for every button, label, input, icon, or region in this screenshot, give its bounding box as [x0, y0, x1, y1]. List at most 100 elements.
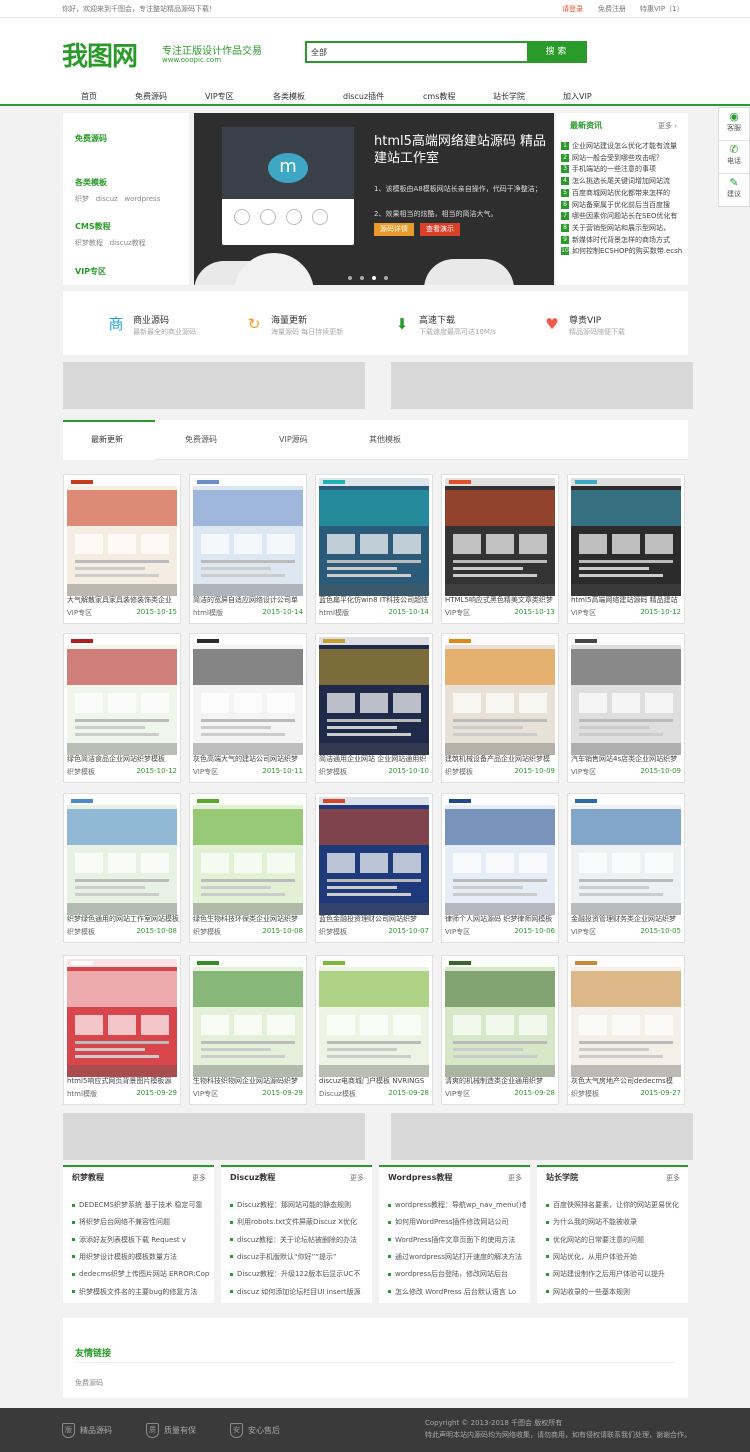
ad-slot-left-2[interactable] — [63, 1113, 365, 1160]
card-title[interactable]: discuz电商城门户模板 NVRINGS — [319, 1076, 431, 1087]
nav-item-join-vip[interactable]: 加入VIP — [563, 91, 592, 102]
card-category[interactable]: 织梦模板 — [571, 1089, 599, 1099]
card-title[interactable]: 织梦绿色通用的网站工作室网站模板 — [67, 914, 179, 925]
card-thumbnail[interactable] — [67, 478, 177, 596]
news-item[interactable]: 1 企业网站建设怎么优化才能有流量 — [561, 141, 686, 152]
column-article-link[interactable]: 添添好友列表模板下载 Request v — [72, 1235, 210, 1246]
card-category[interactable]: VIP专区 — [193, 767, 218, 777]
card-title[interactable]: html5高端网络建站源码 精品建站 — [571, 595, 683, 606]
card-category[interactable]: VIP专区 — [67, 608, 92, 618]
template-card[interactable]: 清爽的机械制造类企业通用织梦 VIP专区 2015-09-28 — [441, 955, 559, 1105]
column-article-link[interactable]: 网站建设制作之后用户体验可以提升 — [546, 1269, 684, 1280]
side-phone[interactable]: ✆ 电话 — [719, 141, 749, 174]
sub-discuz-tutorial[interactable]: discuz教程 — [110, 239, 146, 247]
column-more-link[interactable]: 更多 — [508, 1173, 522, 1183]
template-card[interactable]: 简洁的宽屏自适应网络设计公司单 html模版 2015-10-14 — [189, 474, 307, 624]
card-category[interactable]: VIP专区 — [571, 608, 596, 618]
sub-dede-tutorial[interactable]: 织梦教程 — [75, 239, 103, 247]
column-article-link[interactable]: DEDECMS织梦系统 基于技术 稳定可靠 — [72, 1200, 210, 1211]
card-title[interactable]: html5响应式网页背景图片模板源 — [67, 1076, 179, 1087]
column-article-link[interactable]: Discuz教程：升级122版本后显示UC不 — [230, 1269, 368, 1280]
card-thumbnail[interactable] — [445, 797, 555, 915]
template-card[interactable]: 绿色生物科技环保类企业网站织梦 织梦模板 2015-10-08 — [189, 793, 307, 943]
nav-item-templates[interactable]: 各类模板 — [273, 91, 305, 102]
sub-wordpress[interactable]: wordpress — [124, 195, 160, 203]
template-card[interactable]: 灰色高端大气的建站公司网站织梦 VIP专区 2015-10-11 — [189, 633, 307, 783]
card-title[interactable]: 蓝色金融投资理财公司网站织梦 — [319, 914, 431, 925]
banner-detail-button[interactable]: 源码详情 — [374, 223, 414, 236]
card-thumbnail[interactable] — [193, 959, 303, 1077]
card-thumbnail[interactable] — [319, 478, 429, 596]
template-card[interactable]: 律师个人网站源码 织梦律师网模板 VIP专区 2015-10-06 — [441, 793, 559, 943]
card-title[interactable]: 汽车销售网站4s店类企业网站织梦 — [571, 754, 683, 765]
column-article-link[interactable]: 通过wordpress网站打开速度的解决方法 — [388, 1252, 526, 1263]
news-item[interactable]: 4 怎么挑选长尾关键词增加网站流 — [561, 176, 686, 187]
card-title[interactable]: 绿色生物科技环保类企业网站织梦 — [193, 914, 305, 925]
column-article-link[interactable]: 网站优化，从用户体验开始 — [546, 1252, 684, 1263]
card-category[interactable]: 织梦模板 — [67, 767, 95, 777]
template-card[interactable]: HTML5响应式黑色精美文章类织梦 VIP专区 2015-10-13 — [441, 474, 559, 624]
vip-link[interactable]: 特惠VIP（1） — [640, 4, 684, 14]
card-title[interactable]: 简洁通用企业网站 企业网站通用织 — [319, 754, 431, 765]
card-thumbnail[interactable] — [319, 637, 429, 755]
card-category[interactable]: 织梦模板 — [67, 927, 95, 937]
news-item[interactable]: 3 手机端站的一些注意的事项 — [561, 164, 686, 175]
card-category[interactable]: 织梦模板 — [319, 767, 347, 777]
template-card[interactable]: 蓝色扁平化仿win8 IT科技公司超炫 html模版 2015-10-14 — [315, 474, 433, 624]
nav-item-home[interactable]: 首页 — [81, 91, 97, 102]
category-vip[interactable]: VIP专区 — [75, 266, 106, 277]
card-thumbnail[interactable] — [193, 478, 303, 596]
nav-item-discuz[interactable]: discuz插件 — [343, 91, 384, 102]
column-article-link[interactable]: wordpress后台登陆，修改网站后台 — [388, 1269, 526, 1280]
news-item[interactable]: 2 网站一般会受到哪些攻击呢？ — [561, 153, 686, 164]
category-free[interactable]: 免费源码 — [75, 133, 107, 144]
card-title[interactable]: 简洁的宽屏自适应网络设计公司单 — [193, 595, 305, 606]
column-more-link[interactable]: 更多 — [350, 1173, 364, 1183]
column-article-link[interactable]: 百度快照排名要素，让你的网站更易优化 — [546, 1200, 684, 1211]
news-more-link[interactable]: 更多 › — [658, 121, 677, 131]
template-card[interactable]: 建筑机械设备产品企业网站织梦模 织梦模板 2015-10-09 — [441, 633, 559, 783]
card-title[interactable]: 绿色简洁食品企业网站织梦模板 — [67, 754, 179, 765]
column-article-link[interactable]: 织梦模板文件名的主要bug的修复方法 — [72, 1287, 210, 1298]
tab-free[interactable]: 免费源码 — [185, 434, 217, 445]
column-article-link[interactable]: discuz教程：关于论坛帖被删除的办法 — [230, 1235, 368, 1246]
banner-demo-button[interactable]: 查看演示 — [420, 223, 460, 236]
login-link[interactable]: 请登录 — [562, 4, 583, 14]
category-templates[interactable]: 各类模板 — [75, 177, 107, 188]
card-thumbnail[interactable] — [571, 959, 681, 1077]
card-category[interactable]: VIP专区 — [193, 1089, 218, 1099]
column-more-link[interactable]: 更多 — [666, 1173, 680, 1183]
template-card[interactable]: html5高端网络建站源码 精品建站 VIP专区 2015-10-12 — [567, 474, 685, 624]
card-category[interactable]: VIP专区 — [571, 767, 596, 777]
news-item[interactable]: 6 网站备案属于优化前后当百度搜 — [561, 200, 686, 211]
card-title[interactable]: 金融投资管理财务类企业网站织梦 — [571, 914, 683, 925]
column-article-link[interactable]: wordpress教程：导航wp_nav_menu()参数 — [388, 1200, 526, 1211]
news-item[interactable]: 5 百度商城网站优化都带来怎样的 — [561, 188, 686, 199]
template-card[interactable]: 金融投资管理财务类企业网站织梦 VIP专区 2015-10-05 — [567, 793, 685, 943]
column-article-link[interactable]: dedecms织梦上传图片网站 ERROR:Copy U — [72, 1269, 210, 1280]
card-category[interactable]: 织梦模板 — [445, 767, 473, 777]
card-title[interactable]: 建筑机械设备产品企业网站织梦模 — [445, 754, 557, 765]
search-category[interactable]: 全部 — [311, 47, 327, 58]
template-card[interactable]: 织梦绿色通用的网站工作室网站模板 织梦模板 2015-10-08 — [63, 793, 181, 943]
column-article-link[interactable]: 网站收录的一些基本规则 — [546, 1287, 684, 1298]
tab-other[interactable]: 其他模板 — [369, 434, 401, 445]
side-qq[interactable]: ◉ 客服 — [719, 108, 749, 141]
tab-latest[interactable]: 最新更新 — [91, 434, 123, 445]
card-title[interactable]: 清爽的机械制造类企业通用织梦 — [445, 1076, 557, 1087]
column-more-link[interactable]: 更多 — [192, 1173, 206, 1183]
ad-slot-right-2[interactable] — [391, 1113, 693, 1160]
template-card[interactable]: 简洁通用企业网站 企业网站通用织 织梦模板 2015-10-10 — [315, 633, 433, 783]
column-article-link[interactable]: 为什么我的网站不能被收录 — [546, 1217, 684, 1228]
news-item[interactable]: 8 关于营销型网站和展示型网站， — [561, 223, 686, 234]
card-thumbnail[interactable] — [571, 637, 681, 755]
card-category[interactable]: 织梦模板 — [319, 927, 347, 937]
search-box[interactable]: 全部 搜 索 — [305, 41, 587, 63]
news-item[interactable]: 10 如何控制ECSHOP的购买数带.ecsh — [561, 246, 686, 257]
column-article-link[interactable]: Discuz教程：那网站可能的静态规则 — [230, 1200, 368, 1211]
news-item[interactable]: 9 新媒体时代背景怎样的商场方式 — [561, 235, 686, 246]
card-thumbnail[interactable] — [571, 478, 681, 596]
template-card[interactable]: 绿色简洁食品企业网站织梦模板 织梦模板 2015-10-12 — [63, 633, 181, 783]
card-title[interactable]: 大气解散家具家具装修装饰类企业 — [67, 595, 179, 606]
register-link[interactable]: 免费注册 — [598, 4, 626, 14]
